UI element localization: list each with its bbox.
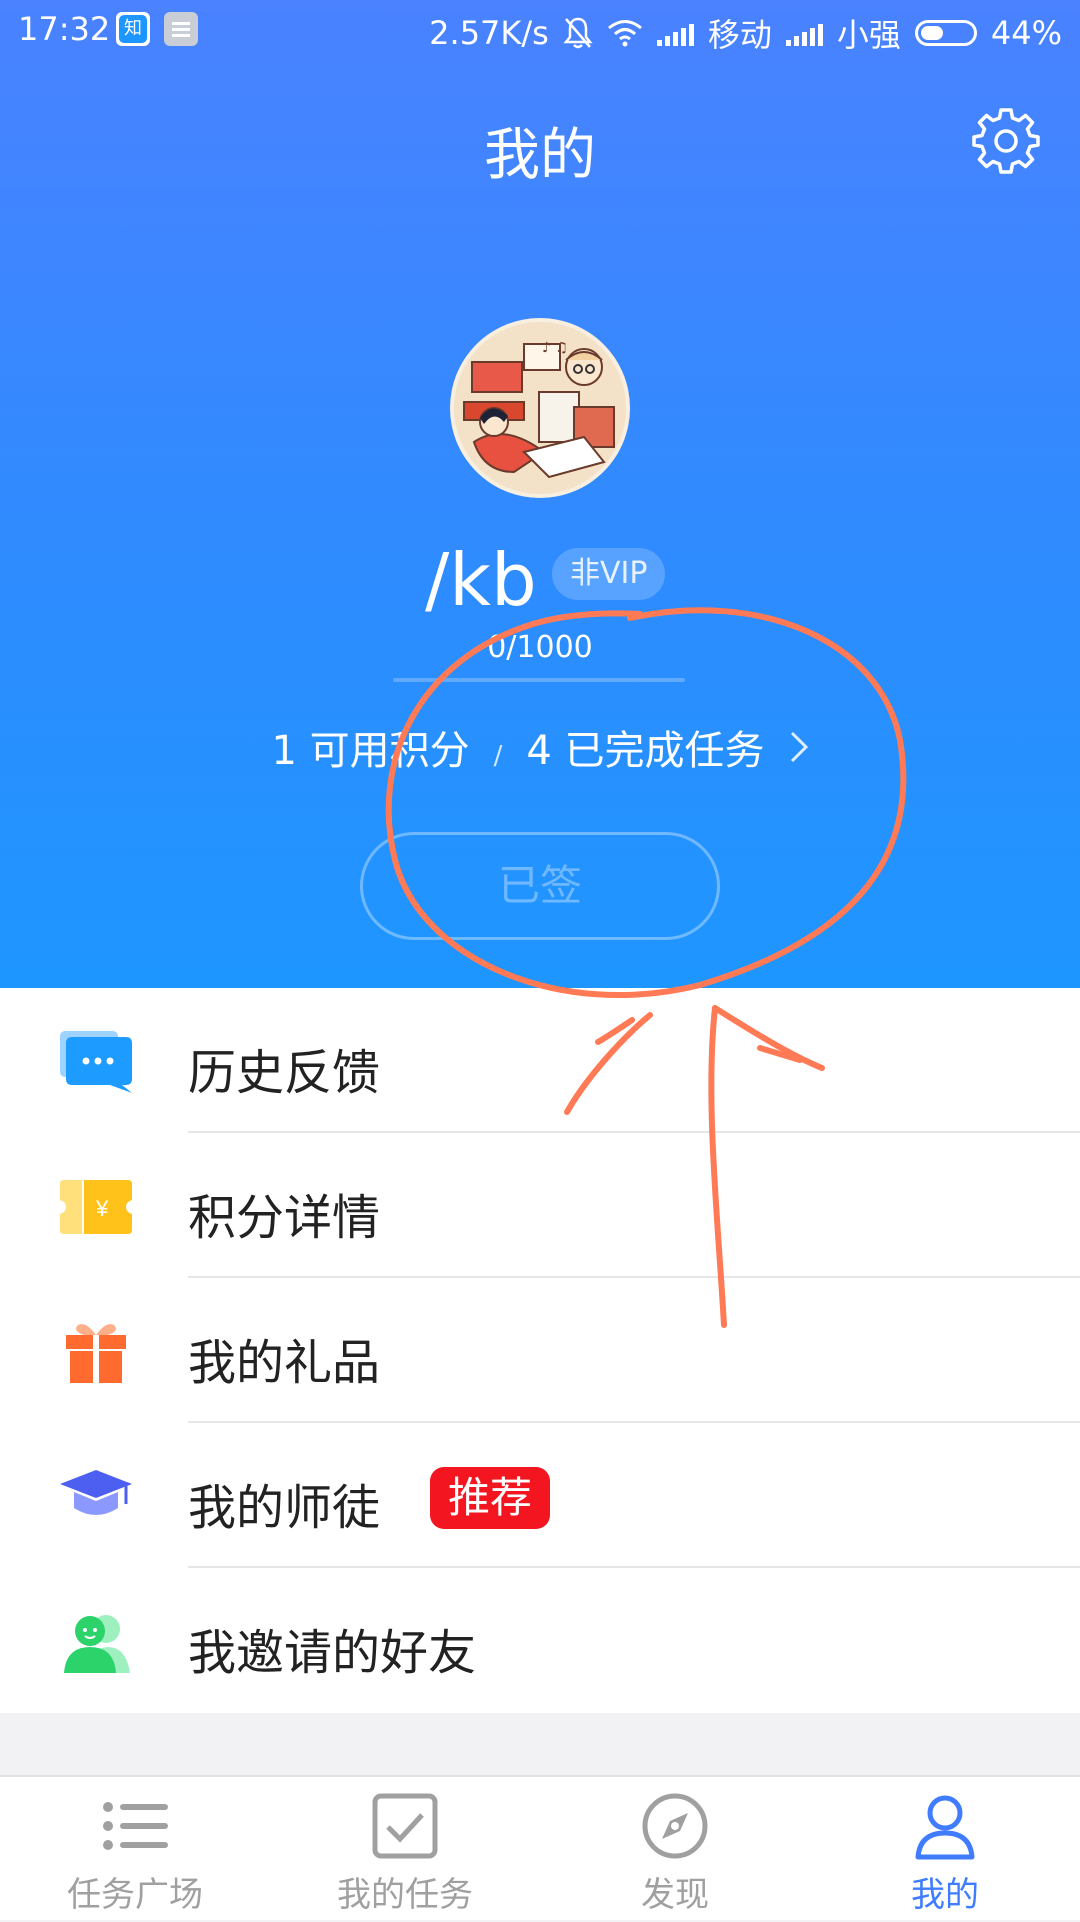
mute-icon: [563, 17, 593, 49]
carrier-1: 移动: [707, 16, 772, 54]
level-progress-bar: [393, 678, 685, 682]
graduation-cap-icon: [60, 1470, 132, 1515]
tab-task-square[interactable]: 任务广场: [0, 1777, 270, 1922]
menu-item-invited-friends[interactable]: 我邀请的好友: [0, 1568, 1080, 1713]
gift-icon: [66, 1324, 126, 1383]
notes-app-icon: [164, 12, 198, 46]
available-points[interactable]: 1 可用积分: [271, 728, 469, 774]
net-speed: 2.57K/s: [429, 14, 549, 52]
tab-label: 我的任务: [337, 1875, 473, 1915]
person-icon: [915, 1795, 975, 1860]
battery-percent: 44%: [990, 14, 1062, 52]
tab-mine[interactable]: 我的: [810, 1777, 1080, 1922]
signal-icon: [656, 20, 694, 46]
avatar[interactable]: ♪ ♫: [450, 318, 630, 498]
page-title: 我的: [484, 123, 596, 188]
stats-separator: /: [493, 741, 503, 771]
yen-symbol: ¥: [95, 1196, 109, 1221]
wifi-icon: [607, 20, 642, 47]
menu-item-history-feedback[interactable]: 历史反馈: [0, 988, 1080, 1133]
signin-button[interactable]: 已签: [360, 832, 720, 940]
menu-label-mentor: 我的师徒: [188, 1480, 381, 1536]
status-time: 17:32: [18, 10, 111, 48]
ticket-icon: ¥: [60, 1180, 132, 1234]
friends-icon: [64, 1615, 130, 1673]
tab-my-tasks[interactable]: 我的任务: [270, 1777, 540, 1922]
status-bar: 17:32 知 2.57K/s 移动 小强 44%: [0, 0, 1080, 60]
chevron-right-icon[interactable]: [789, 728, 809, 774]
username: /kb: [425, 538, 537, 622]
tab-label: 发现: [641, 1875, 709, 1915]
battery-icon: [914, 20, 977, 46]
svg-text:♪ ♫: ♪ ♫: [542, 340, 568, 356]
menu-label-invited-friends: 我邀请的好友: [188, 1625, 477, 1681]
signal-icon-2: [785, 20, 823, 46]
tab-label: 任务广场: [67, 1875, 203, 1915]
menu-label-my-gifts: 我的礼品: [188, 1335, 381, 1391]
tab-discover[interactable]: 发现: [540, 1777, 810, 1922]
zhihu-app-label: 知: [119, 15, 147, 43]
menu-list: 历史反馈 ¥ 积分详情 我的礼品 我的师徒 推荐 我邀请的好友: [0, 988, 1080, 1713]
menu-label-points-detail: 积分详情: [188, 1190, 381, 1246]
avatar-illustration: ♪ ♫: [454, 322, 626, 494]
profile-header: 17:32 知 2.57K/s 移动 小强 44% 我的 ♪ ♫ /kb 非VI…: [0, 0, 1080, 988]
checkbox-icon: [372, 1793, 438, 1859]
gear-icon[interactable]: [970, 104, 1042, 176]
menu-item-mentor[interactable]: 我的师徒 推荐: [0, 1423, 1080, 1568]
completed-tasks[interactable]: 4 已完成任务: [526, 728, 764, 774]
stats-row[interactable]: 1 可用积分 / 4 已完成任务: [0, 718, 1080, 776]
menu-item-points-detail[interactable]: ¥ 积分详情: [0, 1133, 1080, 1278]
menu-label-history-feedback: 历史反馈: [188, 1045, 381, 1101]
vip-badge: 非VIP: [552, 548, 666, 600]
status-right: 2.57K/s 移动 小强 44%: [429, 10, 1062, 56]
zhihu-app-icon: 知: [116, 12, 150, 46]
recommend-badge: 推荐: [430, 1467, 551, 1529]
carrier-2: 小强: [836, 16, 901, 54]
compass-icon: [642, 1793, 708, 1859]
level-progress-text: 0/1000: [487, 630, 593, 665]
chat-bubble-icon: [60, 1031, 132, 1093]
list-icon: [103, 1802, 168, 1850]
menu-item-my-gifts[interactable]: 我的礼品: [0, 1278, 1080, 1423]
bottom-tab-bar: 任务广场 我的任务 发现 我的: [0, 1775, 1080, 1920]
tab-label: 我的: [911, 1875, 979, 1915]
